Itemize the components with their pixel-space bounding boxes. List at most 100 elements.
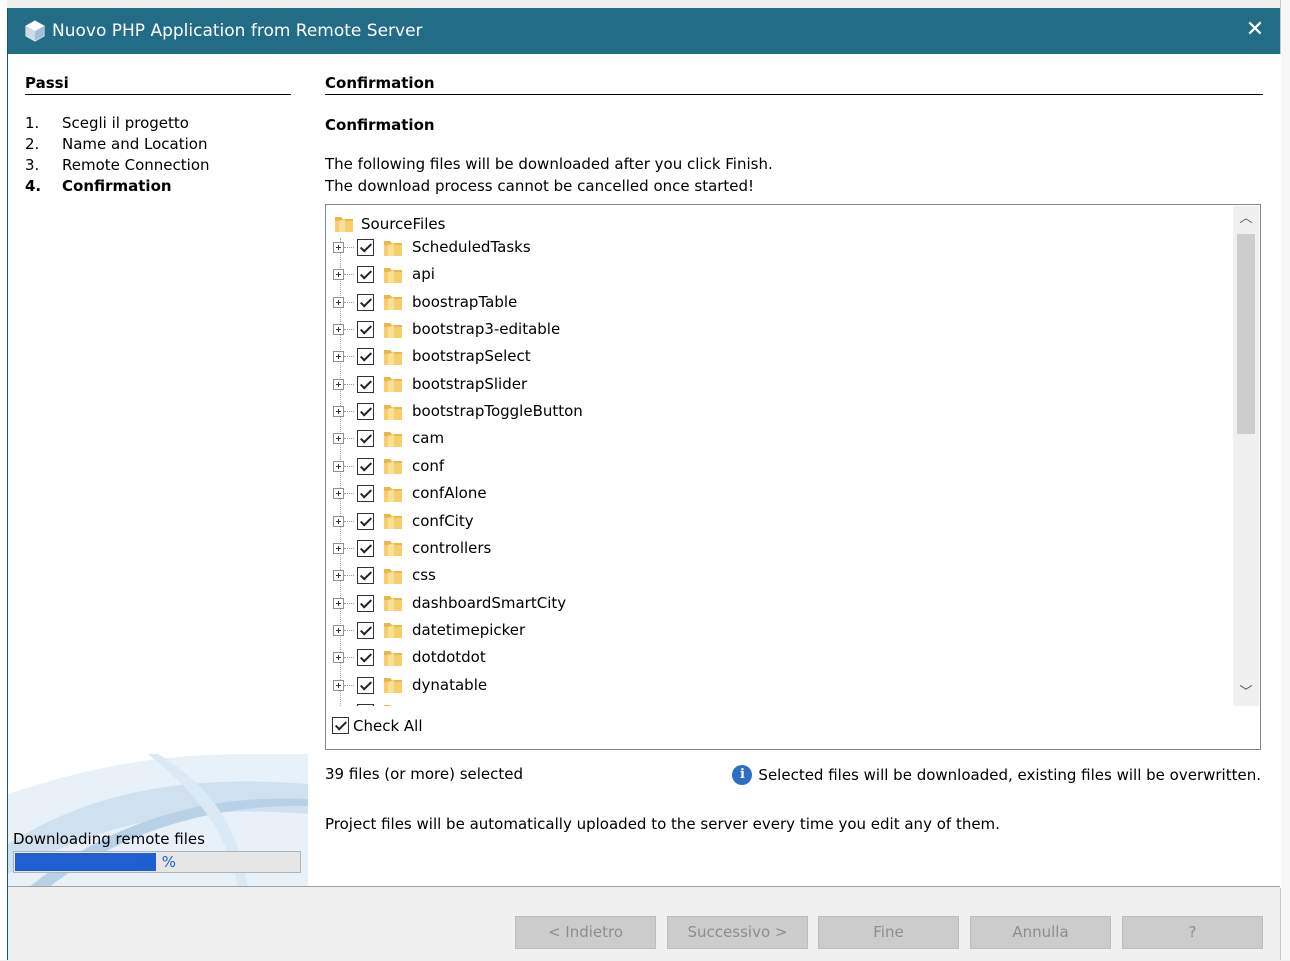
checkbox-icon[interactable] <box>357 676 374 694</box>
tree-folder-item[interactable]: confAlone <box>333 480 487 507</box>
help-button[interactable]: ? <box>1122 916 1263 949</box>
step-item-4-current: 4. Confirmation <box>25 177 210 198</box>
checkbox-icon[interactable] <box>357 703 374 706</box>
tree-folder-item[interactable]: ScheduledTasks <box>333 234 531 261</box>
checkbox-icon[interactable] <box>357 457 374 475</box>
tree-folder-item[interactable]: css <box>333 562 436 589</box>
checkbox-icon[interactable] <box>357 293 374 311</box>
expand-plus-icon[interactable] <box>333 652 344 664</box>
tree-connector <box>344 438 354 440</box>
tree-folder-item[interactable]: confCity <box>333 508 474 535</box>
tree-connector <box>344 520 354 522</box>
checkbox-icon[interactable] <box>357 348 374 366</box>
tree-folder-label: api <box>412 265 435 284</box>
expand-plus-icon[interactable] <box>333 515 344 527</box>
folder-icon <box>384 486 402 502</box>
cancel-button[interactable]: Annulla <box>970 916 1111 949</box>
tree-folder-item[interactable]: controllers <box>333 535 491 562</box>
expand-plus-icon[interactable] <box>333 542 344 554</box>
expand-plus-icon[interactable] <box>333 324 344 336</box>
folder-icon <box>384 541 402 557</box>
tree-folder-item[interactable]: conf <box>333 453 444 480</box>
folder-icon <box>384 650 402 666</box>
tree-folder-item[interactable]: boostrapTable <box>333 289 517 316</box>
selected-count-label: 39 files (or more) selected <box>325 765 524 783</box>
expand-plus-icon[interactable] <box>333 296 344 308</box>
expand-plus-icon[interactable] <box>333 570 344 582</box>
expand-plus-icon[interactable] <box>333 378 344 390</box>
tree-folder-item[interactable]: bootstrapSlider <box>333 371 527 398</box>
expand-plus-icon[interactable] <box>333 624 344 636</box>
folder-icon <box>384 267 402 283</box>
checkbox-icon[interactable] <box>357 430 374 448</box>
checkbox-icon[interactable] <box>332 717 349 734</box>
expand-plus-icon[interactable] <box>333 242 344 253</box>
folder-icon <box>384 623 402 639</box>
checkbox-icon[interactable] <box>357 239 374 256</box>
tree-connector <box>344 657 354 659</box>
tree-folder-label: dotdotdot <box>412 648 486 667</box>
expand-plus-icon[interactable] <box>333 433 344 445</box>
tree-folder-item[interactable]: cam <box>333 425 444 452</box>
folder-icon <box>384 377 402 393</box>
checkbox-icon[interactable] <box>357 649 374 667</box>
tree-folder-item[interactable]: bootstrapToggleButton <box>333 398 583 425</box>
tree-root-item[interactable]: SourceFiles <box>333 212 445 234</box>
checkbox-icon[interactable] <box>357 266 374 284</box>
tree-folder-item[interactable]: api <box>333 261 435 288</box>
expand-plus-icon[interactable] <box>333 269 344 281</box>
tree-connector <box>344 629 354 631</box>
close-icon[interactable]: ✕ <box>1242 17 1268 43</box>
expand-plus-icon[interactable] <box>333 351 344 363</box>
tree-vertical-scrollbar[interactable]: ︿ ﹀ <box>1233 206 1259 706</box>
next-button[interactable]: Successivo > <box>667 916 808 949</box>
chevron-down-icon[interactable]: ﹀ <box>1233 680 1259 706</box>
tree-connector <box>344 493 354 495</box>
steps-heading: Passi <box>25 74 291 95</box>
checkbox-icon[interactable] <box>357 321 374 339</box>
tree-connector <box>344 383 354 385</box>
folder-icon <box>384 596 402 612</box>
tree-folder-item[interactable]: dotdotdot <box>333 644 486 671</box>
description: The following files will be downloaded a… <box>325 153 773 197</box>
folder-icon <box>384 322 402 338</box>
expand-plus-icon[interactable] <box>333 488 344 500</box>
folder-icon <box>384 678 402 694</box>
finish-button[interactable]: Fine <box>818 916 959 949</box>
chevron-up-icon[interactable]: ︿ <box>1233 206 1259 232</box>
file-tree-panel: SourceFiles ScheduledTasks api boostrapTab… <box>325 204 1261 750</box>
tree-connector <box>344 301 354 303</box>
title-bar[interactable]: Nuovo PHP Application from Remote Server… <box>8 8 1280 54</box>
checkbox-icon[interactable] <box>357 567 374 585</box>
expand-plus-icon[interactable] <box>333 679 344 691</box>
scrollbar-thumb[interactable] <box>1237 234 1255 434</box>
back-button[interactable]: < Indietro <box>515 916 656 949</box>
checkbox-icon[interactable] <box>357 375 374 393</box>
tree-folder-label: cam <box>412 429 445 448</box>
folder-icon <box>384 705 391 706</box>
expand-plus-icon[interactable] <box>333 597 344 609</box>
tree-folder-item[interactable]: bootstrapSelect <box>333 343 531 370</box>
description-line-1: The following files will be downloaded a… <box>325 155 773 173</box>
check-all-checkbox[interactable]: Check All <box>332 713 423 737</box>
folder-icon <box>384 431 402 447</box>
checkbox-icon[interactable] <box>357 621 374 639</box>
checkbox-icon[interactable] <box>357 512 374 530</box>
expand-plus-icon[interactable] <box>333 460 344 472</box>
expand-plus-icon[interactable] <box>333 406 344 418</box>
tree-folder-label: dashboardSmartCity <box>412 593 567 612</box>
tree-folder-item[interactable]: datetimepicker <box>333 617 525 644</box>
page-title: Confirmation <box>325 74 1263 95</box>
checkbox-icon[interactable] <box>357 594 374 612</box>
tree-folder-item[interactable]: bootstrap3-editable <box>333 316 560 343</box>
tree-folder-item[interactable] <box>333 699 404 706</box>
file-tree[interactable]: SourceFiles ScheduledTasks api boostrapTab… <box>327 206 1233 706</box>
tree-folder-item[interactable]: dynatable <box>333 672 487 699</box>
checkbox-icon[interactable] <box>357 403 374 421</box>
tree-folder-label: dynatable <box>412 675 488 694</box>
tree-folder-label: bootstrapSelect <box>412 347 531 366</box>
tree-folder-label: datetimepicker <box>412 620 526 639</box>
checkbox-icon[interactable] <box>357 539 374 557</box>
tree-folder-item[interactable]: dashboardSmartCity <box>333 590 566 617</box>
checkbox-icon[interactable] <box>357 485 374 503</box>
